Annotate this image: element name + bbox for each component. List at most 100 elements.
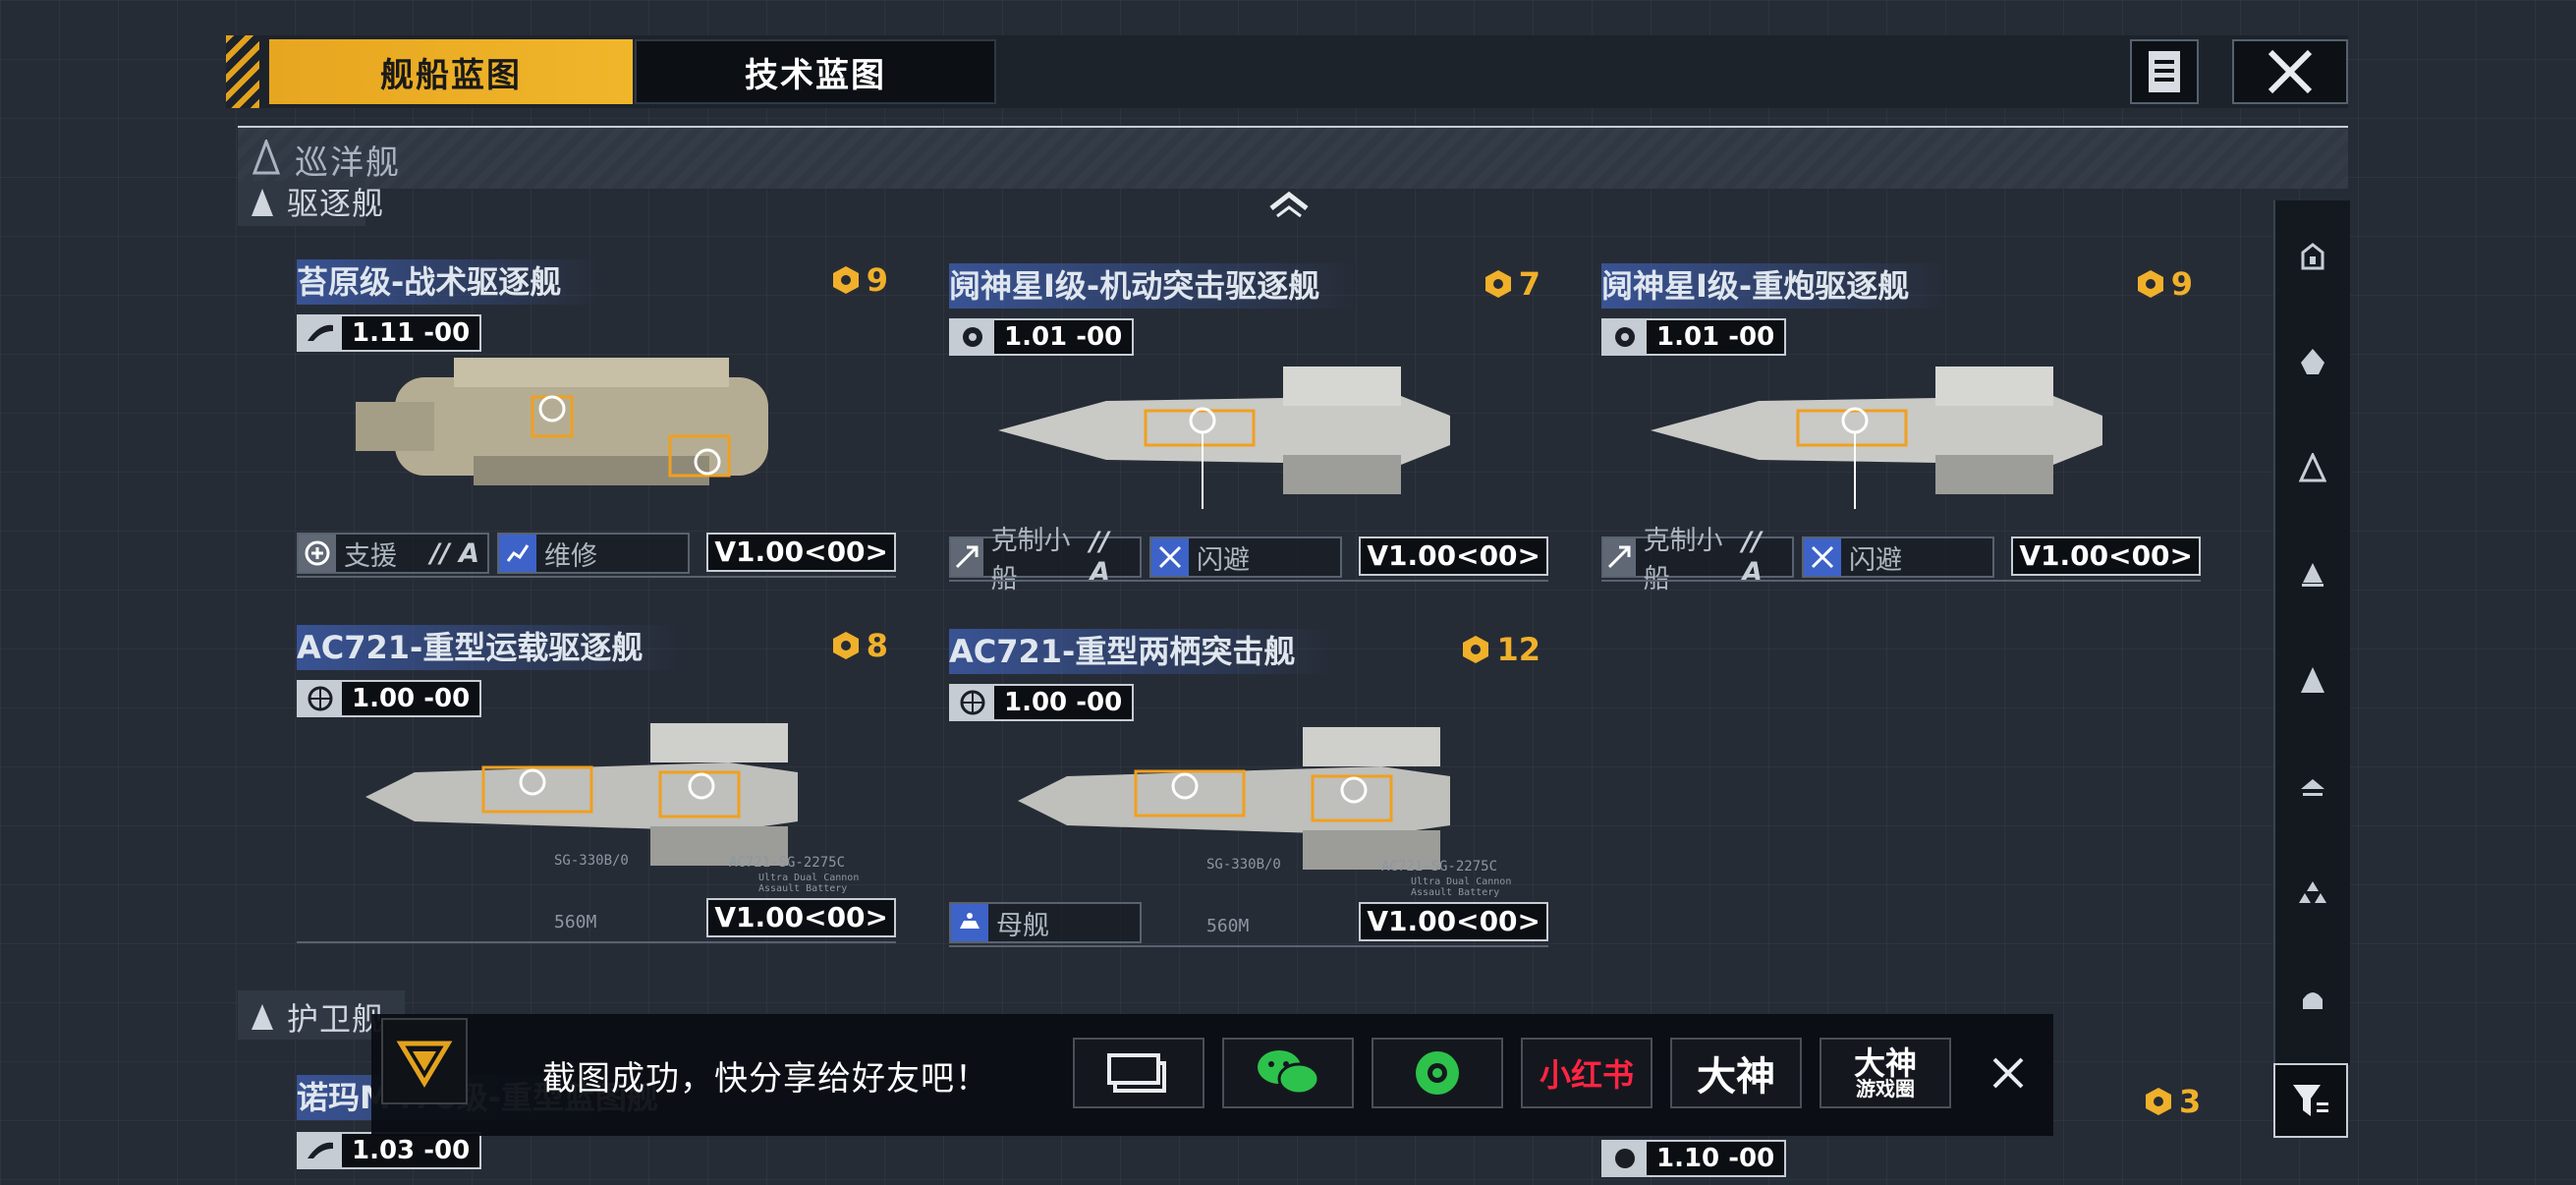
notes-button[interactable] <box>2130 39 2199 104</box>
ship-image <box>1651 367 2102 509</box>
subsection-title-frigate: 护卫舰 <box>287 1000 385 1038</box>
subsection-title-destroyer: 驱逐舰 <box>287 185 385 222</box>
skill-tag: 维修 <box>497 533 690 574</box>
repair-icon <box>506 544 530 562</box>
dodge-icon <box>1158 545 1182 569</box>
component-label: SG-330B/0 <box>554 853 629 869</box>
cruiser-class-icon <box>2299 453 2326 482</box>
version-tag: V1.00<00> <box>1359 902 1548 941</box>
component-note: Ultra Dual Cannon Assault Battery <box>1411 876 1512 898</box>
ship-name: 苔原级-战术驱逐舰 <box>297 259 601 305</box>
ship-card[interactable]: AC721-重型运载驱逐舰 8 1.00 -00 SG-330B/0 AC721… <box>297 625 896 959</box>
tab-ship-blueprint[interactable]: 舰船蓝图 <box>269 39 633 104</box>
moments-icon <box>1416 1051 1459 1095</box>
divider <box>949 945 1548 947</box>
speed-icon <box>308 324 333 341</box>
rail-item-cruiser[interactable] <box>2275 438 2350 497</box>
divider <box>1601 580 2201 582</box>
share-close-button[interactable] <box>1985 1049 2032 1097</box>
filter-button[interactable] <box>2273 1063 2348 1138</box>
ship-name: 阋神星I级-重炮驱逐舰 <box>1601 263 1949 309</box>
rail-item-corvette[interactable] <box>2275 757 2350 816</box>
battleship-class-icon <box>2301 349 2324 374</box>
share-save-button[interactable] <box>1073 1038 1204 1108</box>
ship-image <box>356 358 768 485</box>
cost-icon <box>832 266 859 294</box>
divider <box>297 576 896 578</box>
speed-icon <box>308 1142 333 1158</box>
share-moments-button[interactable] <box>1372 1038 1503 1108</box>
cruiser-icon <box>252 140 281 175</box>
ship-card[interactable]: 阋神星I级-机动突击驱逐舰 7 1.01 -00 克制小船// A 闪避 V1.… <box>949 263 1548 597</box>
share-dashen-circle-button[interactable]: 大神 游戏圈 <box>1820 1038 1951 1108</box>
globe-icon <box>960 690 985 715</box>
carrier-class-icon <box>2301 243 2324 270</box>
cost-badge: 7 <box>1484 265 1540 303</box>
version-tag: V1.00<00> <box>706 533 896 572</box>
divider <box>297 941 896 943</box>
carrier-icon <box>960 913 980 929</box>
destroyer-class-icon <box>2302 563 2324 587</box>
category-rail <box>2273 200 2350 1065</box>
close-icon <box>2268 49 2313 94</box>
special-class-icon <box>2303 992 2323 1009</box>
app-logo-icon <box>396 1041 453 1088</box>
component-label: AC721-SG-2275C <box>729 855 846 871</box>
role-tag: 克制小船// A <box>1601 526 1794 594</box>
ship-card[interactable]: AC721-重型两栖突击舰 12 1.00 -00 SG-330B/0 AC72… <box>949 629 1548 963</box>
cost-icon <box>2146 1088 2171 1115</box>
dodge-icon <box>1811 545 1834 569</box>
version-tag: V1.00<00> <box>2011 536 2201 576</box>
frigate-icon <box>252 1004 273 1030</box>
ship-card[interactable]: 苔原级-战术驱逐舰 9 1.11 -00 支援// A 维修 V1.00<00> <box>297 259 896 593</box>
hazard-stripe <box>226 35 259 108</box>
version-tag: V1.00<00> <box>1359 536 1548 576</box>
component-label: AC721-SG-2275C <box>1381 859 1498 875</box>
share-wechat-button[interactable] <box>1222 1038 1354 1108</box>
share-xiaohongshu-button[interactable]: 小红书 <box>1521 1038 1652 1108</box>
share-dashen-button[interactable]: 大神 <box>1670 1038 1802 1108</box>
cost-badge: 3 <box>2144 1083 2201 1120</box>
rail-item-destroyer[interactable] <box>2275 544 2350 603</box>
section-header-cruiser[interactable]: 巡洋舰 <box>238 126 2348 189</box>
cost-icon <box>1463 636 1489 663</box>
counter-icon <box>956 545 979 569</box>
globe-icon <box>308 686 333 711</box>
divider <box>949 580 1548 582</box>
role-tag: 克制小船// A <box>949 526 1142 594</box>
rail-item-special[interactable] <box>2275 969 2350 1028</box>
length-label: 560M <box>554 912 597 932</box>
section-title: 巡洋舰 <box>295 143 401 183</box>
length-label: 560M <box>1206 916 1250 936</box>
role-tag: 支援// A <box>297 533 489 574</box>
rail-item-battleship[interactable] <box>2275 332 2350 391</box>
share-message: 截图成功，快分享给好友吧！ <box>542 1059 989 1099</box>
wechat-icon <box>1258 1050 1320 1096</box>
gear-icon <box>963 327 982 347</box>
filter-icon <box>2293 1085 2328 1116</box>
rail-item-fighter[interactable] <box>2275 863 2350 922</box>
cost-badge: 9 <box>831 261 888 299</box>
tab-tech-blueprint[interactable]: 技术蓝图 <box>635 39 996 104</box>
close-button[interactable] <box>2232 39 2348 104</box>
cost-icon <box>1484 270 1511 298</box>
app-logo <box>381 1018 468 1104</box>
cost-icon <box>2137 270 2163 298</box>
ship-name: 阋神星I级-机动突击驱逐舰 <box>949 263 1360 309</box>
version-tag: V1.00<00> <box>706 898 896 937</box>
collapse-chevron-icon[interactable] <box>1267 191 1311 220</box>
frigate-class-icon <box>2301 667 2324 693</box>
corvette-class-icon <box>2301 779 2324 796</box>
rail-item-carrier[interactable] <box>2275 226 2350 285</box>
version-badge: 1.03 -00 <box>297 1132 482 1169</box>
skill-tag: 闪避 <box>1149 536 1342 578</box>
rail-item-frigate[interactable] <box>2275 650 2350 709</box>
document-icon <box>2149 51 2180 92</box>
cost-badge: 9 <box>2136 265 2193 303</box>
ship-card[interactable]: 阋神星I级-重炮驱逐舰 9 1.01 -00 克制小船// A 闪避 V1.00… <box>1601 263 2201 597</box>
destroyer-icon <box>252 189 273 216</box>
ship-name: AC721-重型两栖突击舰 <box>949 629 1335 674</box>
cost-badge: 8 <box>831 627 888 664</box>
ship-name: AC721-重型运载驱逐舰 <box>297 625 683 670</box>
cost-icon <box>832 632 859 659</box>
